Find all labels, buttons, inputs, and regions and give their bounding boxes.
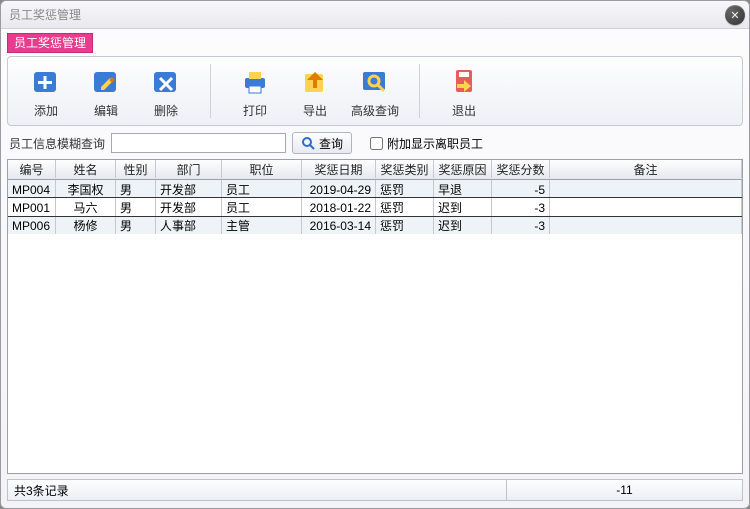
print-button[interactable]: 打印 xyxy=(225,59,285,123)
header-tag: 员工奖惩管理 xyxy=(1,29,749,53)
cell-sex: 男 xyxy=(116,180,156,198)
edit-icon xyxy=(88,64,124,100)
search-icon xyxy=(301,136,315,150)
add-button[interactable]: 添加 xyxy=(16,59,76,123)
col-name[interactable]: 姓名 xyxy=(56,160,116,178)
cell-name: 杨修 xyxy=(56,216,116,234)
titlebar[interactable]: 员工奖惩管理 ✕ xyxy=(1,1,749,29)
cell-name: 李国权 xyxy=(56,180,116,198)
col-sex[interactable]: 性别 xyxy=(116,160,156,178)
col-reason[interactable]: 奖惩原因 xyxy=(434,160,492,178)
search-advanced-icon xyxy=(357,64,393,100)
show-left-checkbox-wrap[interactable]: 附加显示离职员工 xyxy=(370,135,483,152)
toolbar: 添加 编辑 删除 打印 导出 xyxy=(7,56,743,126)
cell-note xyxy=(550,180,742,198)
cell-reason: 迟到 xyxy=(434,198,492,216)
toolbar-separator xyxy=(210,64,211,118)
edit-label: 编辑 xyxy=(94,102,118,119)
col-date[interactable]: 奖惩日期 xyxy=(302,160,376,178)
add-icon xyxy=(28,64,64,100)
search-input[interactable] xyxy=(111,133,286,153)
cell-note xyxy=(550,216,742,234)
cell-score: -5 xyxy=(492,180,550,198)
grid-header: 编号 姓名 性别 部门 职位 奖惩日期 奖惩类别 奖惩原因 奖惩分数 备注 xyxy=(8,160,742,180)
add-label: 添加 xyxy=(34,102,58,119)
search-label: 员工信息模糊查询 xyxy=(9,135,105,152)
exit-button[interactable]: 退出 xyxy=(434,59,494,123)
col-id[interactable]: 编号 xyxy=(8,160,56,178)
show-left-checkbox[interactable] xyxy=(370,137,383,150)
table-row[interactable]: MP006杨修男人事部主管2016-03-14惩罚迟到-3 xyxy=(8,216,742,234)
cell-reason: 早退 xyxy=(434,180,492,198)
cell-score: -3 xyxy=(492,216,550,234)
cell-type: 惩罚 xyxy=(376,216,434,234)
statusbar: 共3条记录 -11 xyxy=(7,478,743,502)
print-icon xyxy=(237,64,273,100)
data-grid: 编号 姓名 性别 部门 职位 奖惩日期 奖惩类别 奖惩原因 奖惩分数 备注 MP… xyxy=(7,159,743,474)
window: 员工奖惩管理 ✕ 员工奖惩管理 添加 编辑 删除 xyxy=(0,0,750,509)
status-sum: -11 xyxy=(507,479,743,501)
toolbar-separator xyxy=(419,64,420,118)
cell-sex: 男 xyxy=(116,216,156,234)
close-icon: ✕ xyxy=(730,9,739,22)
query-button-label: 查询 xyxy=(319,135,343,152)
cell-id: MP001 xyxy=(8,198,56,216)
cell-dept: 人事部 xyxy=(156,216,222,234)
exit-icon xyxy=(446,64,482,100)
search-bar: 员工信息模糊查询 查询 附加显示离职员工 xyxy=(7,129,743,157)
export-button[interactable]: 导出 xyxy=(285,59,345,123)
delete-icon xyxy=(148,64,184,100)
advanced-query-label: 高级查询 xyxy=(351,102,399,119)
window-title: 员工奖惩管理 xyxy=(9,6,81,23)
cell-name: 马六 xyxy=(56,198,116,216)
export-icon xyxy=(297,64,333,100)
cell-pos: 员工 xyxy=(222,198,302,216)
cell-sex: 男 xyxy=(116,198,156,216)
exit-label: 退出 xyxy=(452,102,476,119)
close-button[interactable]: ✕ xyxy=(725,5,745,25)
cell-pos: 员工 xyxy=(222,180,302,198)
table-row[interactable]: MP004李国权男开发部员工2019-04-29惩罚早退-5 xyxy=(8,180,742,198)
cell-id: MP004 xyxy=(8,180,56,198)
delete-button[interactable]: 删除 xyxy=(136,59,196,123)
cell-dept: 开发部 xyxy=(156,180,222,198)
col-pos[interactable]: 职位 xyxy=(222,160,302,178)
col-note[interactable]: 备注 xyxy=(550,160,742,178)
print-label: 打印 xyxy=(243,102,267,119)
col-dept[interactable]: 部门 xyxy=(156,160,222,178)
status-count: 共3条记录 xyxy=(7,479,507,501)
cell-date: 2016-03-14 xyxy=(302,216,376,234)
cell-date: 2018-01-22 xyxy=(302,198,376,216)
cell-id: MP006 xyxy=(8,216,56,234)
advanced-query-button[interactable]: 高级查询 xyxy=(345,59,405,123)
export-label: 导出 xyxy=(303,102,327,119)
col-score[interactable]: 奖惩分数 xyxy=(492,160,550,178)
cell-type: 惩罚 xyxy=(376,180,434,198)
grid-body[interactable]: MP004李国权男开发部员工2019-04-29惩罚早退-5MP001马六男开发… xyxy=(8,180,742,473)
cell-pos: 主管 xyxy=(222,216,302,234)
cell-type: 惩罚 xyxy=(376,198,434,216)
query-button[interactable]: 查询 xyxy=(292,132,352,154)
col-type[interactable]: 奖惩类别 xyxy=(376,160,434,178)
edit-button[interactable]: 编辑 xyxy=(76,59,136,123)
table-row[interactable]: MP001马六男开发部员工2018-01-22惩罚迟到-3 xyxy=(8,198,742,216)
cell-reason: 迟到 xyxy=(434,216,492,234)
cell-date: 2019-04-29 xyxy=(302,180,376,198)
cell-score: -3 xyxy=(492,198,550,216)
show-left-label: 附加显示离职员工 xyxy=(387,135,483,152)
delete-label: 删除 xyxy=(154,102,178,119)
cell-note xyxy=(550,198,742,216)
cell-dept: 开发部 xyxy=(156,198,222,216)
